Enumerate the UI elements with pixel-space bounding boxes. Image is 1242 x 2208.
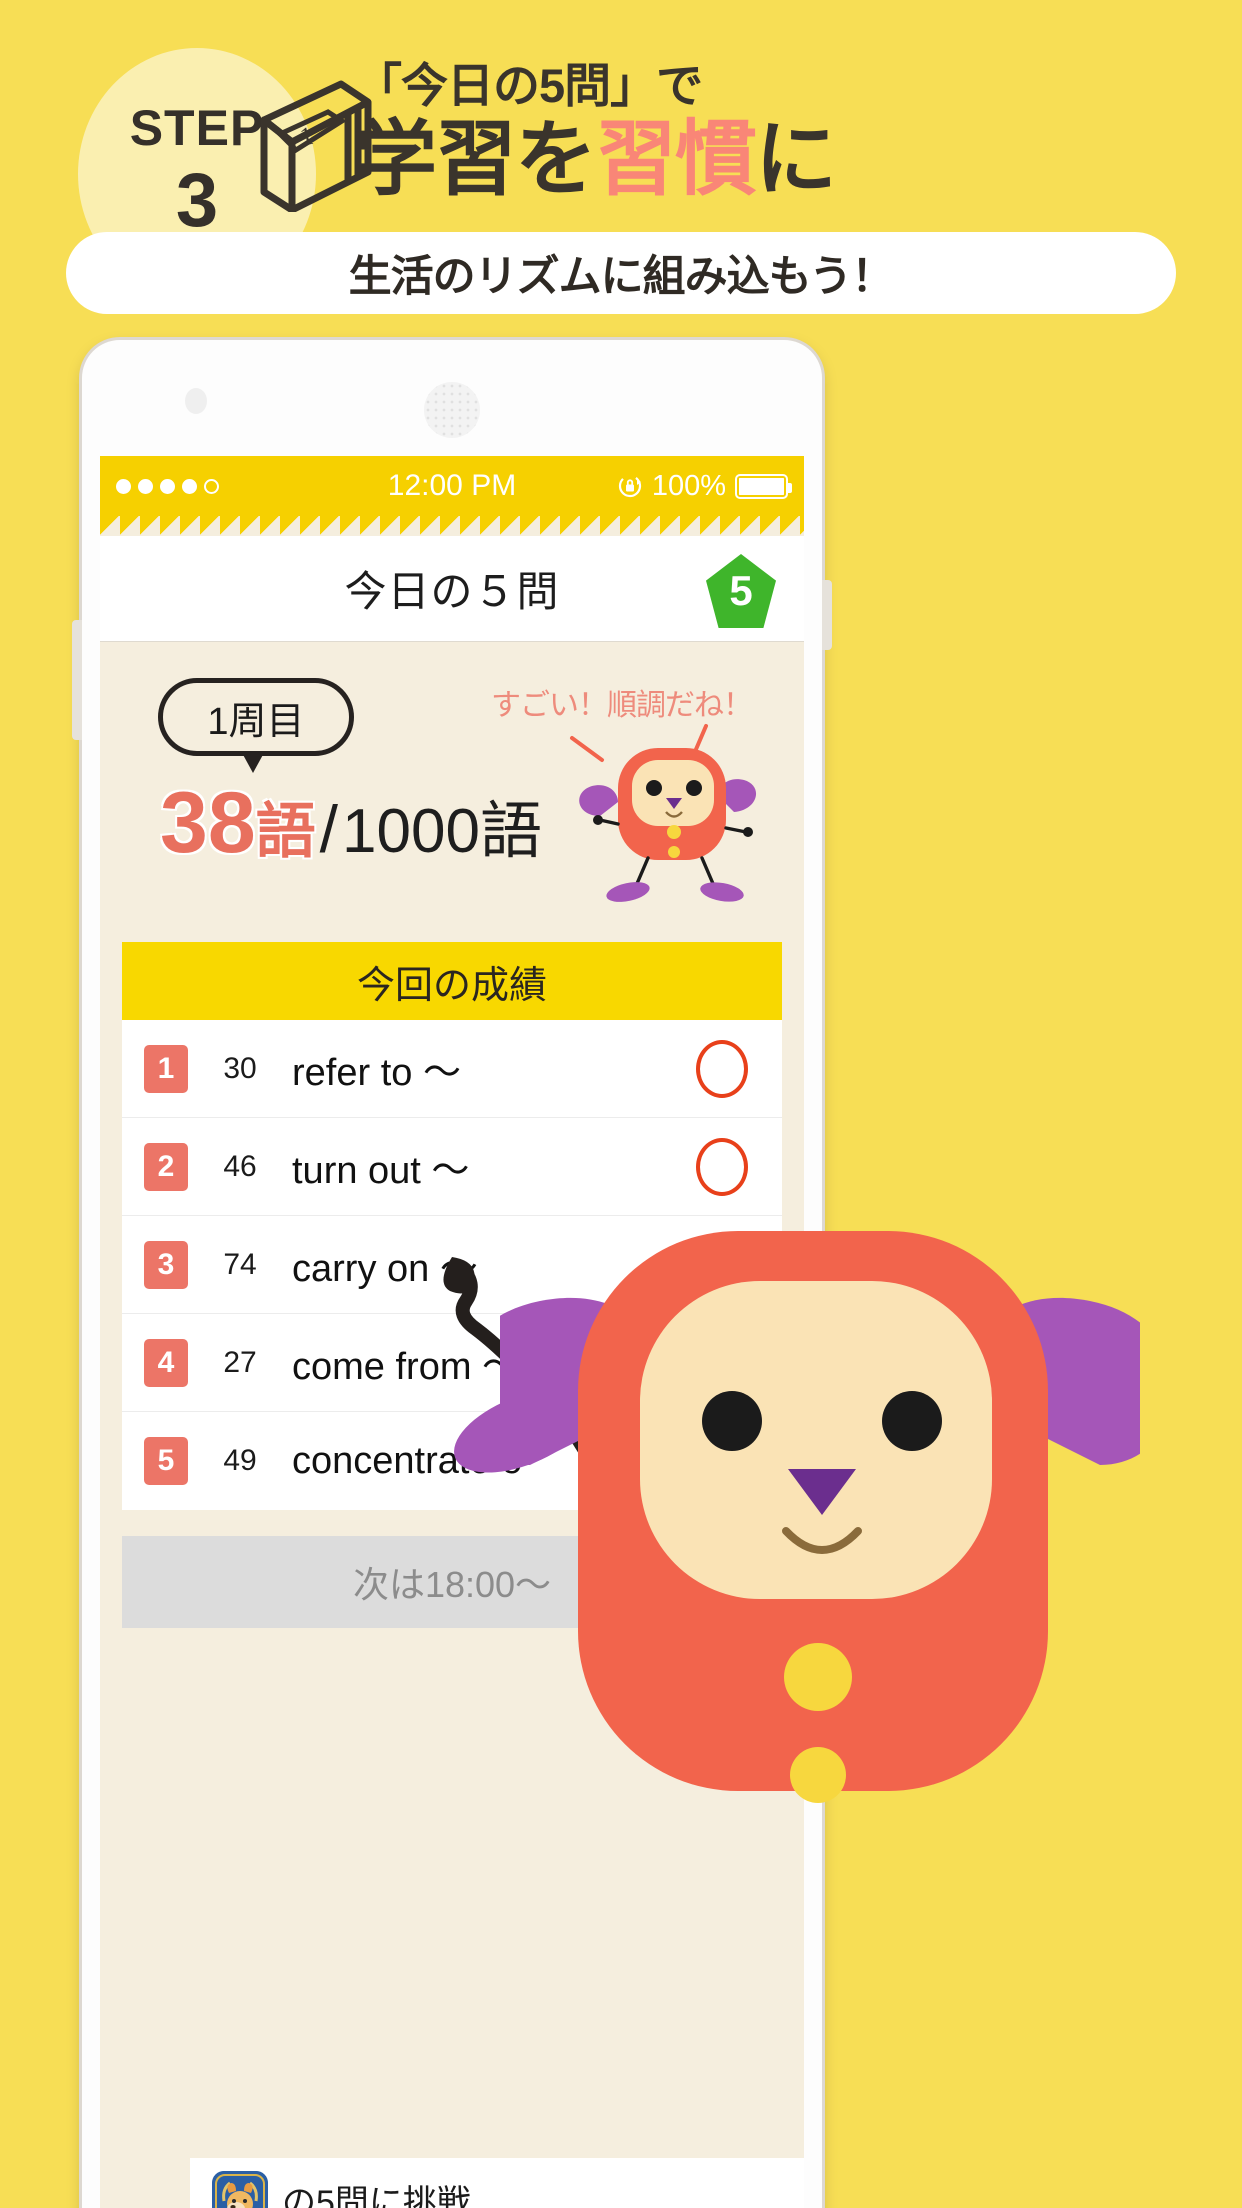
bottom-notification-bar[interactable]: の5問に挑戦	[190, 2158, 804, 2208]
headline-main-part2: に	[755, 114, 837, 205]
battery-percent-label: 100%	[651, 469, 726, 502]
word-count-current: 38	[160, 775, 256, 871]
rotation-lock-icon	[617, 473, 643, 499]
dog-app-icon	[212, 2171, 268, 2208]
rank-badge: 3	[144, 1240, 188, 1289]
word-number: 74	[223, 1247, 257, 1281]
app-title-bar: 今日の５問 5	[100, 536, 804, 642]
praise-text: すごい！順調だね！	[491, 689, 753, 722]
page-title: 今日の５問	[344, 568, 560, 615]
mascot-character-large	[456, 1215, 1174, 1975]
battery-icon	[735, 473, 792, 499]
subtitle-pill: 生活のリズムに組み込もう！	[66, 232, 1176, 314]
rank-badge: 4	[144, 1338, 188, 1387]
word-phrase: refer to ～	[292, 1052, 461, 1094]
step-label: STEP	[129, 100, 265, 157]
mascot-character-small	[556, 720, 786, 910]
headline-small: 「今日の5問」で	[355, 59, 703, 112]
promo-headline: 「今日の5問」で 学習を習慣に	[355, 62, 1055, 205]
phone-power-button	[822, 580, 832, 650]
word-number: 27	[223, 1345, 257, 1379]
rank-badge: 1	[144, 1044, 188, 1093]
subtitle-text: 生活のリズムに組み込もう！	[348, 253, 895, 301]
round-label: 1周目	[207, 700, 305, 743]
question-count-badge[interactable]: 5	[706, 554, 776, 628]
earpiece-speaker-icon	[424, 382, 480, 438]
headline-main: 学習を習慣に	[355, 114, 1055, 205]
word-number: 30	[223, 1051, 257, 1085]
rank-badge: 2	[144, 1142, 188, 1191]
headline-main-accent: 習慣	[595, 114, 757, 205]
word-count-total: 1000語	[342, 797, 542, 866]
headline-main-part1: 学習を	[355, 114, 597, 205]
word-count-separator: /	[319, 792, 339, 866]
status-bar: 12:00 PM 100%	[100, 456, 804, 516]
round-bubble: 1周目	[158, 678, 354, 773]
table-row[interactable]: 2 46 turn out ～	[122, 1118, 782, 1216]
table-row[interactable]: 1 30 refer to ～	[122, 1020, 782, 1118]
correct-circle-icon	[696, 1039, 748, 1098]
word-phrase: turn out ～	[292, 1150, 470, 1192]
notification-text: の5問に挑戦	[282, 2183, 471, 2208]
progress-area: 1周目 すごい！順調だね！ 38 語 / 1000語	[100, 642, 804, 942]
rank-badge: 5	[144, 1437, 188, 1485]
word-number: 46	[223, 1149, 257, 1183]
word-counter: 38 語 / 1000語	[160, 774, 542, 873]
results-table-header: 今回の成績	[122, 942, 782, 1020]
word-count-current-unit: 語	[255, 798, 316, 865]
phone-volume-button	[72, 620, 82, 740]
correct-circle-icon	[696, 1137, 748, 1196]
zigzag-divider	[100, 515, 804, 535]
front-camera-icon	[185, 388, 207, 414]
word-number: 49	[223, 1444, 257, 1477]
